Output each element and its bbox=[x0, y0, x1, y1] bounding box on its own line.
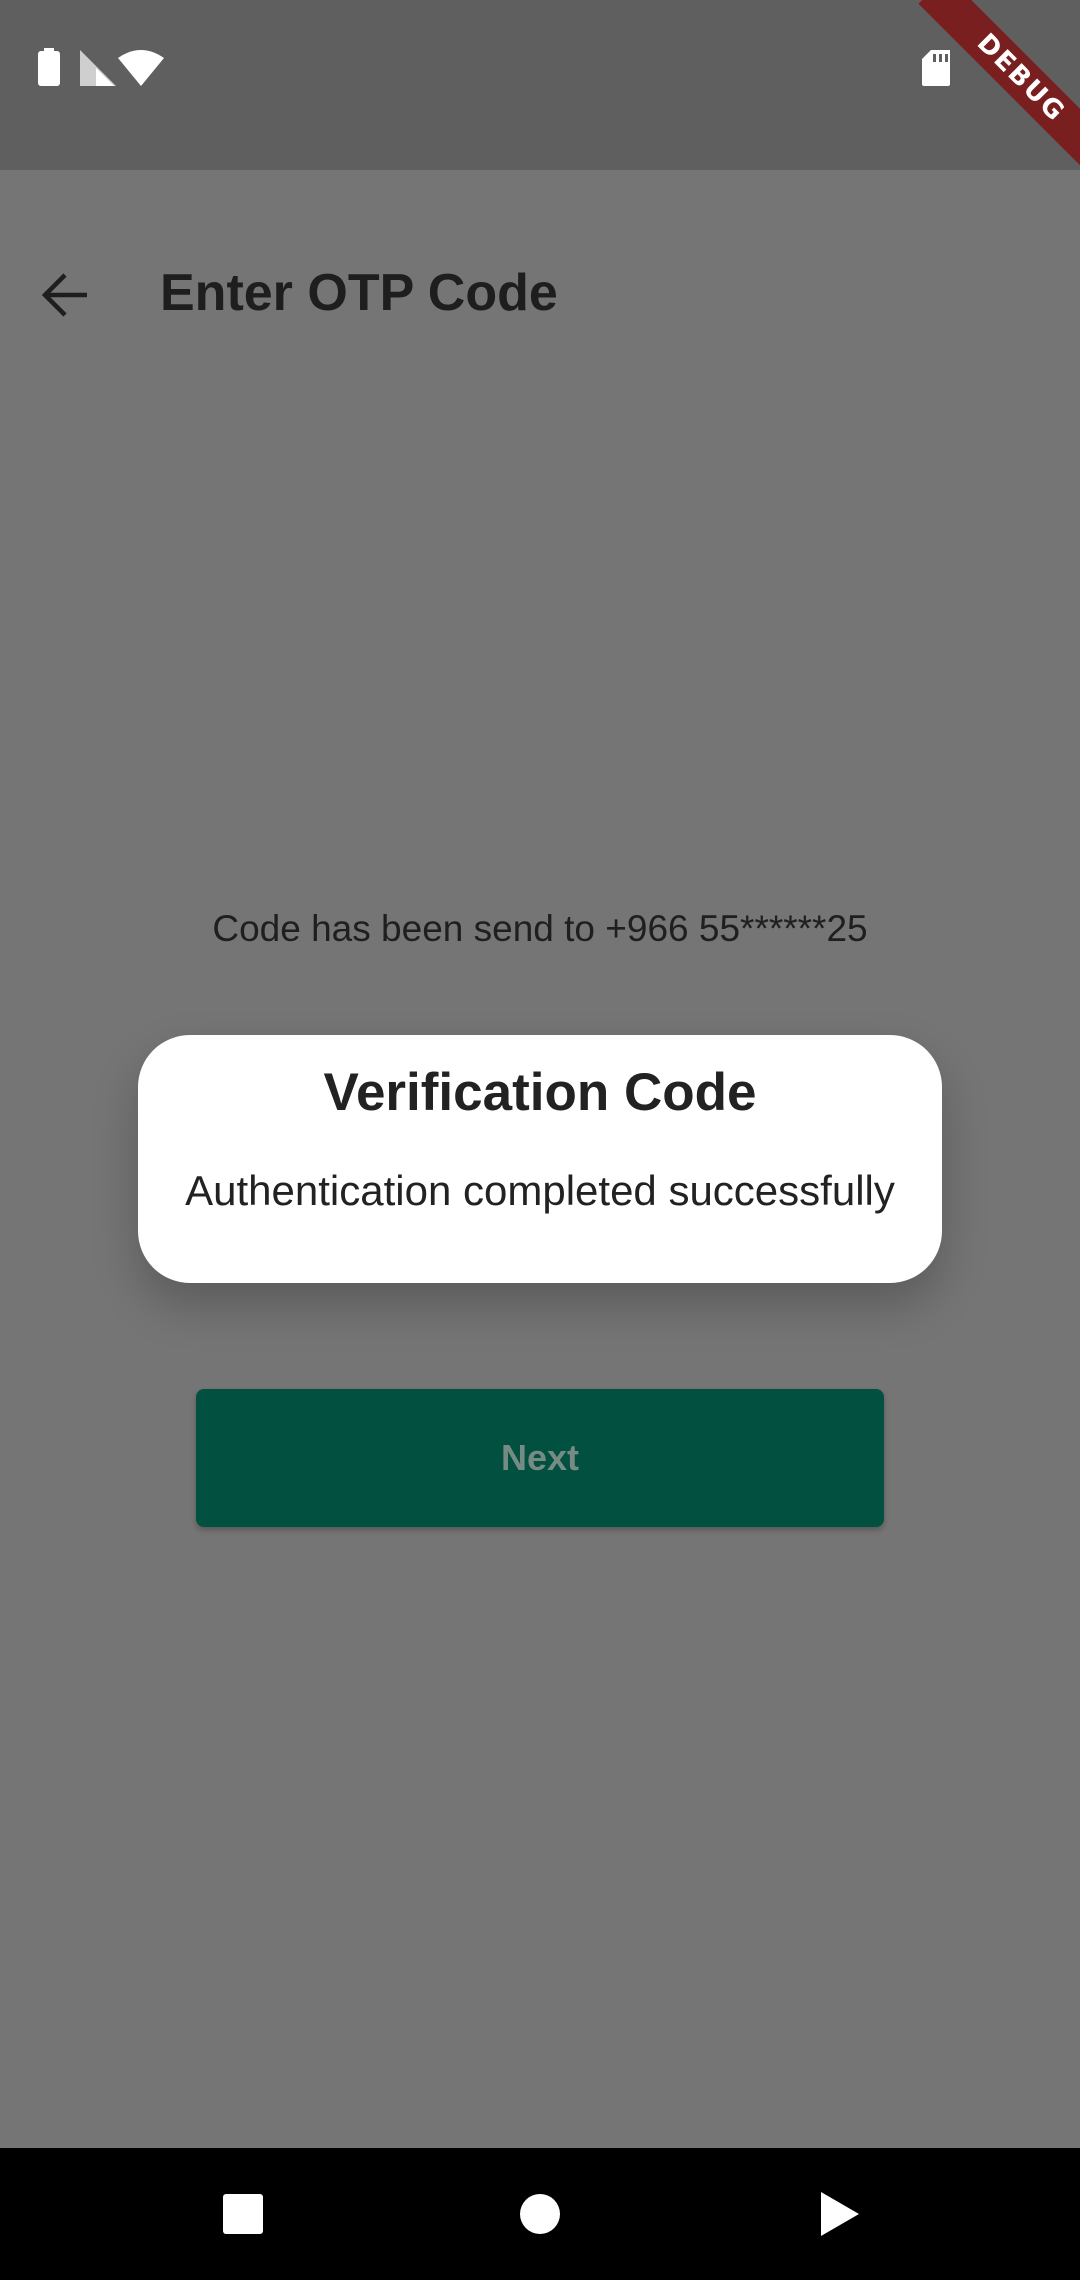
arrow-back-icon bbox=[41, 273, 87, 317]
dialog-message: Authentication completed successfully bbox=[185, 1167, 895, 1214]
back-nav-button[interactable] bbox=[804, 2178, 876, 2250]
battery-icon bbox=[38, 48, 60, 86]
home-button[interactable] bbox=[504, 2178, 576, 2250]
app-bar: Enter OTP Code bbox=[0, 170, 1080, 416]
home-circle-icon bbox=[520, 2194, 560, 2234]
sd-card-icon bbox=[922, 50, 950, 86]
code-sent-message: Code has been send to +966 55******25 bbox=[212, 908, 868, 949]
back-triangle-icon bbox=[821, 2192, 859, 2236]
debug-banner: DEBUG bbox=[918, 0, 1080, 181]
recents-button[interactable] bbox=[207, 2178, 279, 2250]
back-button[interactable] bbox=[30, 260, 100, 330]
verification-dialog: Verification Code Authentication complet… bbox=[138, 1035, 942, 1283]
next-button[interactable]: Next bbox=[196, 1389, 884, 1527]
otp-screen: DEBUG Enter OTP Code Code has been send … bbox=[0, 0, 1080, 2280]
page-title: Enter OTP Code bbox=[160, 264, 558, 322]
navigation-bar bbox=[0, 2148, 1080, 2280]
wifi-icon bbox=[118, 50, 164, 86]
dialog-title: Verification Code bbox=[323, 1063, 757, 1122]
cellular-signal-icon bbox=[80, 50, 116, 86]
recents-square-icon bbox=[223, 2194, 263, 2234]
status-bar: DEBUG bbox=[0, 0, 1080, 181]
